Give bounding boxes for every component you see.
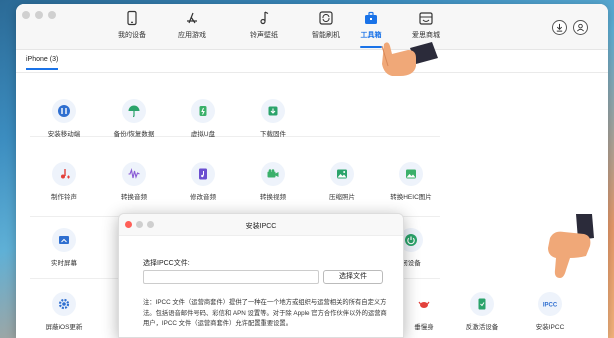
tool-convert-video[interactable]: 转换视频 bbox=[243, 162, 303, 201]
tool-label: 转换音频 bbox=[121, 194, 147, 201]
window-controls bbox=[22, 11, 56, 19]
nav-apps-games[interactable]: 应用游戏 bbox=[164, 10, 220, 40]
nav-label: 应用游戏 bbox=[178, 32, 206, 39]
heic-icon bbox=[399, 162, 423, 186]
tool-label: 闭设备 bbox=[401, 260, 421, 267]
tool-block-ios-update[interactable]: 屏蔽iOS更新 bbox=[34, 292, 94, 331]
tool-convert-audio[interactable]: 转换音频 bbox=[104, 162, 164, 201]
tool-label: 反激活设备 bbox=[465, 324, 499, 331]
screen-icon bbox=[52, 228, 76, 252]
tool-label: 制作铃声 bbox=[51, 194, 77, 201]
ringtone-icon bbox=[52, 162, 76, 186]
audio-file-icon bbox=[191, 162, 215, 186]
tool-make-ringtone[interactable]: 制作铃声 bbox=[34, 162, 94, 201]
user-icon bbox=[577, 23, 584, 32]
download-icon bbox=[261, 99, 285, 123]
tool-download-firmware[interactable]: 下载固件 bbox=[243, 99, 303, 138]
install-ipcc-dialog: 安装IPCC 选择IPCC文件: 选择文件 注：IPCC 文件（运营商套件）提供… bbox=[118, 213, 404, 338]
ipcc-note: 注：IPCC 文件（运营商套件）提供了一种在一个地方或组织与运营相关的所有自定义… bbox=[143, 299, 387, 327]
ipcc-icon: IPCC bbox=[538, 292, 562, 316]
download-icon bbox=[556, 23, 563, 32]
close-window-button[interactable] bbox=[22, 11, 30, 19]
app-store-icon bbox=[187, 12, 197, 24]
nav-label: 智能刷机 bbox=[312, 32, 340, 39]
tool-label: 安装IPCC bbox=[535, 324, 565, 331]
mobile-install-icon bbox=[52, 99, 76, 123]
tool-label: 安装移动端 bbox=[47, 131, 81, 138]
tab-iphone[interactable]: iPhone (3) bbox=[26, 56, 59, 70]
nav-my-device[interactable]: 我的设备 bbox=[104, 10, 160, 40]
music-note-icon bbox=[260, 11, 269, 25]
pointing-hand-icon bbox=[381, 42, 438, 76]
store-icon bbox=[419, 12, 433, 25]
nav-label: 我的设备 bbox=[118, 32, 146, 39]
tool-virtual-usb[interactable]: 虚拟U盘 bbox=[173, 99, 233, 138]
photo-icon bbox=[330, 162, 354, 186]
pointing-hand-icon bbox=[548, 214, 594, 278]
audio-wave-icon bbox=[122, 162, 146, 186]
top-right-actions bbox=[552, 20, 588, 35]
tool-label: 压缩照片 bbox=[329, 194, 355, 201]
ipcc-file-input[interactable] bbox=[143, 270, 319, 284]
tool-label: 修改音频 bbox=[190, 194, 216, 201]
download-button[interactable] bbox=[552, 20, 567, 35]
dialog-title-bar: 安装IPCC bbox=[119, 214, 403, 236]
tool-label: 转换HEIC图片 bbox=[390, 194, 432, 201]
gear-icon bbox=[52, 292, 76, 316]
video-icon bbox=[261, 162, 285, 186]
tool-label: 实时屏幕 bbox=[51, 260, 77, 267]
crab-icon bbox=[412, 292, 436, 316]
tool-compress-photo[interactable]: 压缩照片 bbox=[312, 162, 372, 201]
nav-label: 铃声壁纸 bbox=[250, 32, 278, 39]
tool-label: 虚拟U盘 bbox=[190, 131, 216, 138]
umbrella-icon bbox=[122, 99, 146, 123]
tool-install-ipcc[interactable]: IPCC 安装IPCC bbox=[520, 292, 580, 331]
tool-label: 转换视频 bbox=[260, 194, 286, 201]
device-tabs: iPhone (3) bbox=[16, 51, 608, 73]
tool-backup-restore[interactable]: 备份/恢复数据 bbox=[104, 99, 164, 138]
user-button[interactable] bbox=[573, 20, 588, 35]
usb-drive-icon bbox=[191, 99, 215, 123]
title-bar: 我的设备 应用游戏 铃声壁纸 智能刷机 工具箱 爱思商城 bbox=[16, 4, 608, 50]
tool-label: 垂慢身 bbox=[414, 324, 434, 331]
nav-ringtones-wallpapers[interactable]: 铃声壁纸 bbox=[236, 10, 292, 40]
tool-install-mobile[interactable]: 安装移动端 bbox=[34, 99, 94, 138]
toolbox-icon bbox=[365, 11, 377, 24]
tool-label: 备份/恢复数据 bbox=[113, 131, 155, 138]
tool-convert-heic[interactable]: 转换HEIC图片 bbox=[381, 162, 441, 201]
tool-label: 下载固件 bbox=[260, 131, 286, 138]
phone-icon bbox=[127, 10, 137, 26]
tool-live-screen[interactable]: 实时屏幕 bbox=[34, 228, 94, 267]
ipcc-file-label: 选择IPCC文件: bbox=[143, 260, 190, 267]
deactivate-icon bbox=[470, 292, 494, 316]
dialog-title: 安装IPCC bbox=[245, 223, 277, 230]
tool-edit-audio[interactable]: 修改音频 bbox=[173, 162, 233, 201]
svg-text:IPCC: IPCC bbox=[543, 303, 557, 309]
minimize-window-button[interactable] bbox=[35, 11, 43, 19]
refresh-icon bbox=[319, 11, 333, 25]
tool-label: 屏蔽iOS更新 bbox=[45, 324, 83, 331]
maximize-window-button[interactable] bbox=[48, 11, 56, 19]
choose-file-button[interactable]: 选择文件 bbox=[323, 270, 383, 284]
tool-deactivate-device[interactable]: 反激活设备 bbox=[452, 292, 512, 331]
